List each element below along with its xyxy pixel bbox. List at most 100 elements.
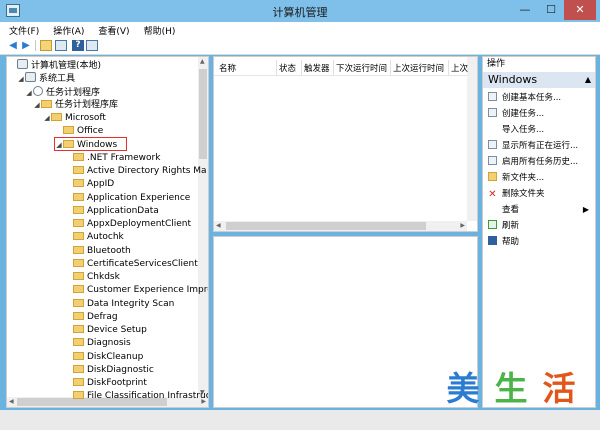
tree-node[interactable]: ◢ 任务计划程序 — [25, 85, 100, 100]
scroll-right-arrow-icon[interactable]: ▶ — [460, 222, 465, 229]
expand-collapse-icon[interactable]: ◢ — [33, 99, 41, 112]
task-list-horizontal-scrollbar[interactable]: ◀ ▶ — [214, 221, 467, 231]
folder-icon — [73, 232, 84, 241]
menu-help[interactable]: 帮助(H) — [135, 22, 181, 37]
folder-icon — [73, 285, 84, 294]
tree-node[interactable]: DiskDiagnostic — [65, 364, 154, 377]
action-item[interactable]: 查看 ▶ — [483, 203, 595, 217]
minimize-button[interactable]: — — [512, 0, 538, 20]
action-item[interactable]: 显示所有正在运行... — [483, 139, 595, 153]
tree-node-label: 任务计划程序库 — [55, 99, 119, 110]
tree-node[interactable]: Defrag — [65, 311, 118, 324]
tree-node[interactable]: Autochk — [65, 231, 124, 244]
help-icon[interactable]: ? — [72, 40, 84, 51]
menu-action[interactable]: 操作(A) — [44, 22, 89, 37]
tree-node[interactable]: ◢ Windows — [55, 139, 117, 152]
tree-node[interactable]: ◢ 系统工具 — [17, 72, 75, 85]
tree-node[interactable]: .NET Framework — [65, 152, 160, 165]
tree-node-label: ApplicationData — [87, 205, 159, 216]
computer-management-window: 计算机管理 — ☐ ✕ 文件(F) 操作(A) 查看(V) 帮助(H) ◀ ▶ ? ▲… — [0, 0, 600, 430]
maximize-button[interactable]: ☐ — [538, 0, 564, 20]
folder-icon — [73, 351, 84, 360]
task-list-pane[interactable]: ◀ ▶ 名称 状态 触发器 下次运行时间 上次运行时间 上次 — [213, 56, 478, 232]
folder-icon — [73, 245, 84, 254]
column-divider[interactable] — [276, 60, 277, 75]
action-item[interactable]: 帮助 — [483, 235, 595, 249]
tree-node[interactable]: Office — [55, 125, 103, 138]
tree-node[interactable]: CertificateServicesClient — [65, 258, 198, 271]
scroll-left-arrow-icon[interactable]: ◀ — [9, 398, 14, 405]
column-header[interactable]: 上次 — [451, 63, 468, 75]
tree-node-label: File Classification Infrastruc — [87, 391, 209, 402]
menu-view[interactable]: 查看(V) — [89, 22, 134, 37]
folder-icon — [73, 311, 84, 320]
action-item[interactable]: ✕ 删除文件夹 — [483, 187, 595, 201]
folder-up-icon[interactable] — [40, 40, 52, 51]
tree-node[interactable]: Customer Experience Impro — [65, 284, 208, 297]
tree-node[interactable]: DiskFootprint — [65, 377, 147, 390]
tree-node[interactable]: Application Experience — [65, 192, 190, 205]
close-button[interactable]: ✕ — [564, 0, 596, 20]
column-divider[interactable] — [448, 60, 449, 75]
folder-icon — [73, 338, 84, 347]
tree-node[interactable]: 计算机管理(本地) — [9, 59, 101, 72]
delete-icon: ✕ — [488, 189, 497, 200]
title-bar[interactable]: 计算机管理 — ☐ ✕ — [0, 0, 600, 22]
tree-node[interactable]: Chkdsk — [65, 271, 120, 284]
tree-node[interactable]: Bluetooth — [65, 245, 131, 258]
show-hide-console-tree-icon[interactable] — [55, 40, 67, 51]
folder-icon — [73, 192, 84, 201]
column-divider[interactable] — [301, 60, 302, 75]
action-item[interactable]: 创建基本任务... — [483, 91, 595, 105]
task-list-vertical-scrollbar[interactable] — [467, 57, 477, 221]
tree-node[interactable]: ◢ 任务计划程序库 — [33, 99, 118, 112]
action-item[interactable]: 刷新 — [483, 219, 595, 233]
column-header[interactable]: 状态 — [279, 63, 296, 75]
tree-node-label: Defrag — [87, 311, 118, 322]
action-item[interactable]: 导入任务... — [483, 123, 595, 137]
column-header[interactable]: 上次运行时间 — [393, 63, 444, 75]
column-header[interactable]: 触发器 — [304, 63, 330, 75]
tree-node[interactable]: DiskCleanup — [65, 351, 143, 364]
tree-node-label: Application Experience — [87, 192, 191, 203]
menu-file[interactable]: 文件(F) — [0, 22, 44, 37]
tree-vertical-scrollbar[interactable]: ▲ ▼ — [198, 57, 208, 397]
tree-node[interactable]: ApplicationData — [65, 205, 159, 218]
column-divider[interactable] — [333, 60, 334, 75]
actions-section-windows[interactable]: Windows ▲ — [483, 72, 595, 88]
task-list-horizontal-scroll-thumb[interactable] — [226, 222, 426, 230]
expand-collapse-icon[interactable]: ◢ — [43, 112, 51, 125]
forward-arrow-icon[interactable]: ▶ — [20, 40, 32, 51]
scroll-left-arrow-icon[interactable]: ◀ — [216, 222, 221, 229]
folder-icon — [73, 152, 84, 161]
tree-vertical-scroll-thumb[interactable] — [199, 69, 207, 159]
tree-node[interactable]: Diagnosis — [65, 337, 131, 350]
tree-node[interactable]: AppID — [65, 178, 114, 191]
column-header[interactable]: 名称 — [219, 63, 236, 75]
column-divider[interactable] — [390, 60, 391, 75]
back-arrow-icon[interactable]: ◀ — [7, 40, 19, 51]
column-header[interactable]: 下次运行时间 — [336, 63, 387, 75]
scroll-up-arrow-icon[interactable]: ▲ — [200, 58, 205, 65]
action-spacer — [488, 124, 497, 133]
tree-node[interactable]: ◢ Microsoft — [43, 112, 106, 125]
tree-node[interactable]: Device Setup — [65, 324, 147, 337]
tree-node[interactable]: AppxDeploymentClient — [65, 218, 191, 231]
collapse-arrow-icon[interactable]: ▲ — [585, 72, 591, 88]
expand-collapse-icon[interactable]: ◢ — [25, 87, 33, 100]
properties-icon[interactable] — [86, 40, 98, 51]
tree-node[interactable]: File Classification Infrastruc — [65, 390, 209, 403]
expand-collapse-icon[interactable]: ◢ — [55, 139, 63, 152]
action-item[interactable]: 创建任务... — [483, 107, 595, 121]
action-label: 刷新 — [502, 221, 520, 231]
watermark-char: 生 — [494, 369, 528, 408]
actions-section-title: Windows — [488, 73, 538, 86]
expand-collapse-icon[interactable]: ◢ — [17, 73, 25, 86]
action-item[interactable]: 启用所有任务历史... — [483, 155, 595, 169]
tree-node[interactable]: Active Directory Rights Ma — [65, 165, 207, 178]
tree-node[interactable]: Data Integrity Scan — [65, 298, 174, 311]
tree-node-label: Diagnosis — [87, 338, 131, 349]
action-label: 查看 — [502, 205, 520, 215]
action-item[interactable]: 新文件夹... — [483, 171, 595, 185]
console-tree[interactable]: ▲ ▼ ◀ ▶ 计算机管理(本地) ◢ 系统工具 ◢ 任务计划程序 ◢ 任务计划程序库 ◢ Mi… — [6, 56, 209, 408]
